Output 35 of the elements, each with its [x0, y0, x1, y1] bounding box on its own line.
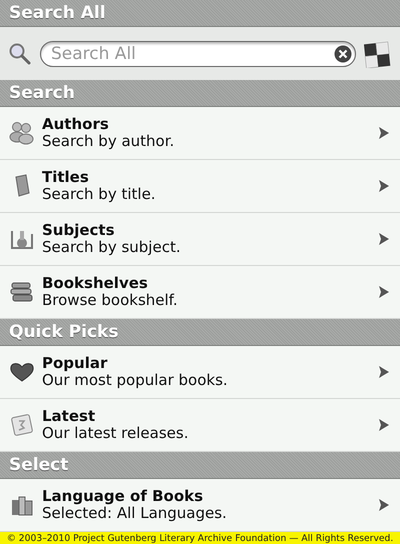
list-item[interactable]: Titles Search by title.: [0, 160, 400, 213]
search-icon: [8, 42, 32, 66]
section-title: Quick Picks: [9, 322, 118, 342]
item-subtitle: Search by author.: [42, 133, 176, 150]
item-title: Popular: [42, 355, 108, 372]
item-subtitle: Our latest releases.: [42, 425, 190, 442]
chevron-icon: [378, 285, 390, 299]
chevron-icon: [378, 365, 390, 379]
item-title: Language of Books: [42, 488, 204, 505]
item-subtitle: Our most popular books.: [42, 372, 229, 389]
chevron-icon: [378, 179, 390, 193]
item-subtitle: Browse bookshelf.: [42, 292, 179, 309]
item-title: Subjects: [42, 222, 116, 239]
section-title: Search: [9, 83, 75, 103]
copyright-text: © 2003–2010 Project Gutenberg Literary Archive Foundation — All Rights Reserved.: [0, 532, 400, 544]
clear-icon[interactable]: [334, 44, 352, 62]
list-item[interactable]: Subjects Search by subject.: [0, 213, 400, 266]
item-title: Authors: [42, 116, 110, 133]
section-title: Select: [9, 455, 68, 475]
checkered-icon[interactable]: [364, 40, 392, 68]
item-title: Bookshelves: [42, 275, 149, 292]
people-icon: [9, 120, 35, 146]
search-field[interactable]: Search All: [40, 40, 356, 66]
chevron-icon: [378, 498, 390, 512]
item-title: Latest: [42, 408, 96, 425]
chevron-icon: [378, 126, 390, 140]
chevron-icon: [378, 418, 390, 432]
list-item[interactable]: Popular Our most popular books.: [0, 346, 400, 399]
item-subtitle: Search by title.: [42, 186, 157, 203]
item-title: Titles: [42, 169, 90, 186]
item-subtitle: Search by subject.: [42, 239, 182, 256]
chevron-icon: [378, 232, 390, 246]
item-subtitle: Selected: All Languages.: [42, 505, 228, 522]
list-item[interactable]: Authors Search by author.: [0, 107, 400, 160]
header-title: Search All: [9, 3, 106, 23]
